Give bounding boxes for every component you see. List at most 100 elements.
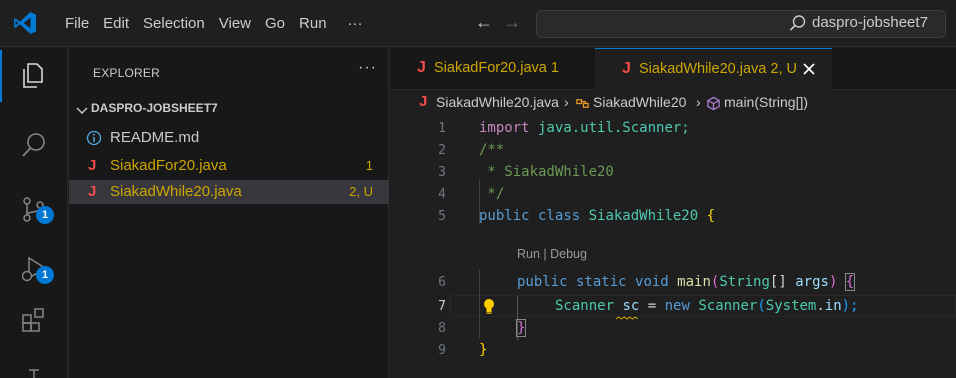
chevron-right-icon: › — [564, 94, 569, 110]
explorer-title: EXPLORER — [93, 66, 160, 80]
code-token: main — [668, 274, 711, 290]
java-file-icon: J — [622, 60, 631, 77]
menu-run[interactable]: Run — [292, 0, 334, 47]
breadcrumb-method[interactable]: main(String[]) — [724, 94, 808, 110]
search-text: daspro-jobsheet7 — [812, 14, 928, 31]
code-token: sc — [614, 298, 640, 314]
code-line-5: 5 public class SiakadWhile20 { — [390, 206, 956, 228]
code-token: ) — [828, 274, 846, 290]
file-row-readme[interactable]: README.md — [69, 126, 389, 150]
code-token: SiakadWhile20 — [580, 208, 699, 224]
code-token: new — [664, 298, 690, 314]
code-line-1: 1 import java.util.Scanner; — [390, 118, 956, 140]
code-token: String — [719, 274, 770, 290]
line-number: 8 — [438, 321, 446, 336]
explorer-more-button[interactable]: ··· — [358, 59, 377, 77]
active-indicator — [0, 50, 2, 102]
file-label: SiakadWhile20.java — [110, 183, 242, 200]
code-token: args — [795, 274, 829, 290]
code-token: ); — [841, 298, 859, 314]
menu-go[interactable]: Go — [258, 0, 292, 47]
scm-badge: 1 — [36, 206, 54, 224]
menu-edit[interactable]: Edit — [96, 0, 136, 47]
line-number: 2 — [438, 143, 446, 158]
file-row-siakadfor20[interactable]: J SiakadFor20.java 1 — [69, 154, 389, 178]
line-number: 4 — [438, 187, 446, 202]
line-number: 9 — [438, 343, 446, 358]
forward-arrow-icon[interactable]: → — [503, 12, 521, 33]
testing-icon[interactable] — [19, 364, 49, 378]
problem-count-badge: 2, U — [349, 184, 373, 199]
title-bar: File Edit Selection View Go Run ··· ← → … — [0, 0, 956, 47]
search-sidebar-icon[interactable] — [19, 130, 49, 160]
java-file-icon: J — [88, 157, 97, 174]
info-icon — [86, 130, 102, 146]
debug-badge: 1 — [36, 266, 54, 284]
java-file-icon: J — [417, 59, 426, 76]
java-file-icon: J — [88, 183, 97, 200]
line-number: 7 — [438, 299, 446, 314]
line-number: 6 — [438, 275, 446, 290]
code-token: { — [844, 273, 856, 291]
explorer-icon[interactable] — [19, 60, 49, 90]
back-arrow-icon[interactable]: ← — [475, 12, 493, 33]
code-token: Scanner — [689, 298, 758, 314]
code-token: } — [479, 342, 488, 358]
code-token: [] — [769, 274, 796, 290]
chevron-down-icon — [76, 107, 88, 114]
code-token: public — [479, 208, 530, 224]
code-token: class — [529, 208, 581, 224]
vscode-logo-icon — [14, 12, 36, 34]
code-line-7: 7 Scanner sc = new Scanner(System.in); — [390, 296, 956, 318]
line-number: 3 — [438, 165, 446, 180]
code-token: in — [824, 298, 842, 314]
code-line-4: 4 */ — [390, 184, 956, 206]
warning-squiggle — [616, 316, 638, 320]
search-icon — [789, 15, 806, 31]
class-icon — [576, 99, 589, 108]
code-line-9: 9 } — [390, 340, 956, 362]
code-token: = — [639, 298, 665, 314]
code-line-2: 2 /** — [390, 140, 956, 162]
line-number: 5 — [438, 209, 446, 224]
activity-bar: 1 1 — [0, 48, 68, 378]
code-token: System — [765, 298, 817, 314]
editor-area: J SiakadFor20.java 1 J SiakadWhile20.jav… — [390, 48, 956, 378]
file-label: README.md — [110, 129, 200, 146]
code-token: } — [515, 319, 527, 337]
file-label: SiakadFor20.java — [110, 157, 227, 174]
breadcrumb-class[interactable]: SiakadWhile20 — [593, 94, 686, 110]
codelens-run-debug[interactable]: Run | Debug — [517, 247, 587, 261]
code-token: Scanner — [555, 298, 615, 314]
folder-row[interactable]: DASPRO-JOBSHEET7 — [69, 98, 389, 122]
line-number: 1 — [438, 121, 446, 136]
method-icon — [707, 96, 720, 111]
extensions-icon[interactable] — [19, 304, 49, 334]
code-token: static — [567, 274, 627, 290]
code-token: void — [626, 274, 669, 290]
code-token: /** — [479, 142, 505, 158]
code-token: */ — [479, 186, 505, 202]
tab-siakadwhile20[interactable]: J SiakadWhile20.java 2, U — [595, 48, 832, 90]
java-file-icon: J — [419, 93, 428, 110]
close-icon[interactable] — [802, 62, 816, 76]
file-row-siakadwhile20[interactable]: J SiakadWhile20.java 2, U — [69, 180, 389, 204]
tab-label: SiakadWhile20.java 2, U — [639, 61, 797, 77]
problem-count-badge: 1 — [365, 158, 373, 173]
folder-label: DASPRO-JOBSHEET7 — [91, 101, 218, 115]
code-line-3: 3 * SiakadWhile20 — [390, 162, 956, 184]
code-line-6: 6 public static void main(String[] args)… — [390, 272, 956, 294]
tab-bar: J SiakadFor20.java 1 J SiakadWhile20.jav… — [390, 48, 956, 90]
menu-file[interactable]: File — [58, 0, 96, 47]
breadcrumb: J SiakadWhile20.java › SiakadWhile20 › m… — [390, 90, 956, 116]
code-token: . — [816, 298, 825, 314]
explorer-sidebar: EXPLORER ··· DASPRO-JOBSHEET7 README.md … — [69, 48, 389, 378]
code-token: ( — [757, 298, 766, 314]
breadcrumb-file[interactable]: SiakadWhile20.java — [436, 94, 559, 110]
code-token: java.util.Scanner; — [529, 120, 690, 136]
menu-more[interactable]: ··· — [334, 0, 370, 47]
code-token: import — [479, 120, 530, 136]
menu-selection[interactable]: Selection — [136, 0, 212, 47]
menu-view[interactable]: View — [212, 0, 258, 47]
tab-siakadfor20[interactable]: J SiakadFor20.java 1 — [390, 48, 594, 90]
